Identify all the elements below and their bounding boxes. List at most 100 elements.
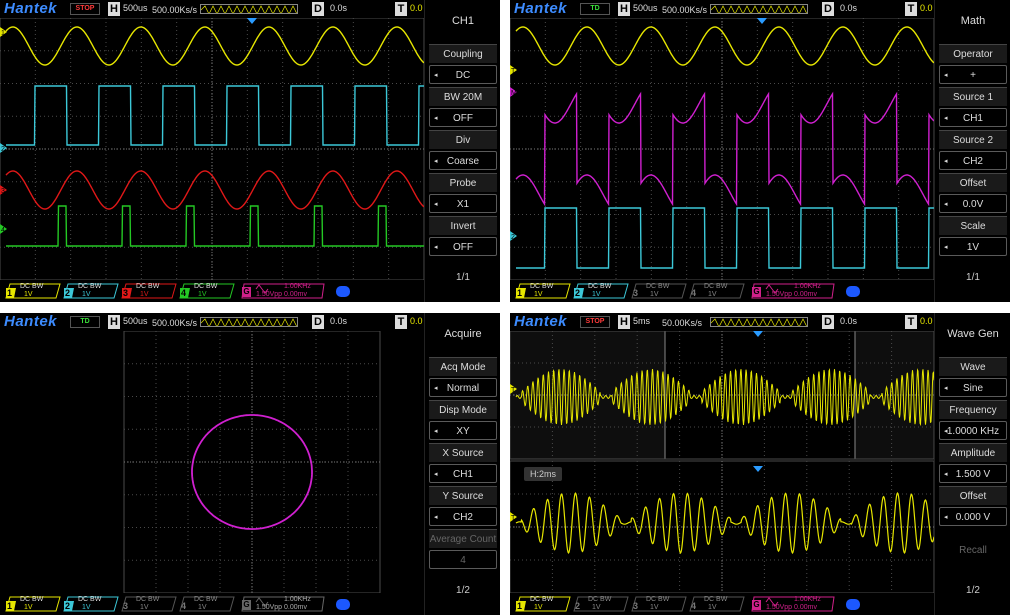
zoom-display[interactable]: TT xyxy=(510,331,934,593)
generator-frequency: 1.00KHz xyxy=(284,283,311,290)
menu-value-3[interactable]: ◂ Coarse xyxy=(429,151,497,170)
delay-value[interactable]: 0.0s xyxy=(840,3,857,13)
menu-value-4[interactable]: ◂ 0.000 V xyxy=(939,507,1007,526)
sample-rate: 500.00Ks/s xyxy=(152,5,198,15)
channel-2-badge[interactable]: 2 DC BW 1V xyxy=(62,596,122,612)
menu-value-5[interactable]: ◂ OFF xyxy=(429,237,497,256)
menu-label-2: Source 1 xyxy=(939,87,1007,106)
menu-value-3[interactable]: ◂ CH2 xyxy=(939,151,1007,170)
channel-coupling: DC BW xyxy=(136,596,160,603)
channel-number: 3 xyxy=(633,601,639,611)
waveform-display[interactable]: T M 2 xyxy=(510,18,934,280)
delay-value[interactable]: 0.0s xyxy=(330,3,347,13)
time-base[interactable]: 5ms xyxy=(633,316,650,326)
bluetooth-icon[interactable] xyxy=(336,286,350,297)
menu-value-5[interactable]: ◂ 1V xyxy=(939,237,1007,256)
menu-value-4[interactable]: ◂ X1 xyxy=(429,194,497,213)
menu-label-1: Wave xyxy=(939,357,1007,376)
generator-badge[interactable]: G 1.00KHz 1.50Vpp 0.00mv xyxy=(750,283,836,299)
menu-label-3: Amplitude xyxy=(939,443,1007,462)
channel-2-badge[interactable]: 2 DC BW 1V xyxy=(62,283,122,299)
menu-value-4[interactable]: ◂ 0.0V xyxy=(939,194,1007,213)
menu-value-1[interactable]: ◂ DC xyxy=(429,65,497,84)
channel-marker-label: T xyxy=(511,515,516,522)
trigger-level[interactable]: 0.0 xyxy=(410,3,424,13)
delay-value[interactable]: 0.0s xyxy=(330,316,347,326)
channel-1-badge[interactable]: 1 DC BW 1V xyxy=(514,283,574,299)
menu-value-5[interactable]: 4 xyxy=(429,550,497,569)
memory-strip xyxy=(710,4,808,14)
generator-badge[interactable]: G 1.00KHz 1.50Vpp 0.00mv xyxy=(750,596,836,612)
channel-1-badge[interactable]: 1 DC BW 1V xyxy=(4,283,64,299)
menu-value-2[interactable]: ◂ 1.0000 KHz xyxy=(939,421,1007,440)
time-base[interactable]: 500us xyxy=(123,3,148,13)
menu-value-1[interactable]: ◂ Sine xyxy=(939,378,1007,397)
time-base[interactable]: 500us xyxy=(123,316,148,326)
delay-icon: D xyxy=(822,315,834,329)
channel-4-badge[interactable]: 4 DC BW 1V xyxy=(178,596,238,612)
menu-label-3: X Source xyxy=(429,443,497,462)
channel-marker-label: M xyxy=(511,90,517,97)
menu-page-indicator[interactable]: 1/1 xyxy=(935,272,1010,283)
menu-value-3[interactable]: ◂ 1.500 V xyxy=(939,464,1007,483)
run-stop-badge[interactable]: STOP xyxy=(70,3,100,15)
menu-label-4: Offset xyxy=(939,173,1007,192)
generator-badge[interactable]: G 1.00KHz 1.50Vpp 0.00mv xyxy=(240,283,326,299)
xy-display[interactable] xyxy=(0,331,424,593)
trigger-level[interactable]: 0.0 xyxy=(410,316,424,326)
channel-coupling: DC BW xyxy=(194,596,218,603)
trigger-icon: T xyxy=(905,2,917,16)
trigger-level[interactable]: 0.0 xyxy=(920,316,934,326)
channel-3-badge[interactable]: 3 DC BW 1V xyxy=(120,596,180,612)
channel-number: 4 xyxy=(691,601,697,611)
menu-value-text: Sine xyxy=(962,383,983,394)
menu-value-2[interactable]: ◂ XY xyxy=(429,421,497,440)
delay-icon: D xyxy=(312,315,324,329)
side-menu: Wave Gen Wave ◂ Sine Frequency ◂ 1.0000 KHz Am… xyxy=(934,313,1010,615)
menu-page-indicator[interactable]: 1/2 xyxy=(425,585,500,596)
generator-icon: G xyxy=(752,287,761,297)
channel-4-badge[interactable]: 4 DC BW 1V xyxy=(688,596,748,612)
menu-value-3[interactable]: ◂ CH1 xyxy=(429,464,497,483)
menu-value-1[interactable]: ◂ + xyxy=(939,65,1007,84)
run-stop-badge[interactable]: STOP xyxy=(580,316,610,328)
bluetooth-icon[interactable] xyxy=(336,599,350,610)
channel-scale: 1V xyxy=(140,604,149,611)
channel-2-badge[interactable]: 2 DC BW 1V xyxy=(572,283,632,299)
generator-badge[interactable]: G 1.00KHz 1.50Vpp 0.00mv xyxy=(240,596,326,612)
menu-page-indicator[interactable]: 1/2 xyxy=(935,585,1010,596)
horizontal-icon: H xyxy=(618,2,630,16)
channel-1-badge[interactable]: 1 DC BW 1V xyxy=(514,596,574,612)
channel-3-badge[interactable]: 3 DC BW 1V xyxy=(630,283,690,299)
menu-value-text: X1 xyxy=(456,199,470,210)
channel-3-badge[interactable]: 3 DC BW 1V xyxy=(120,283,180,299)
menu-page-indicator[interactable]: 1/1 xyxy=(425,272,500,283)
trigger-position-icon xyxy=(753,466,763,472)
status-bar: Hantek TD H 500us 500.00Ks/s D 0.0s T 0.… xyxy=(0,313,424,331)
channel-1-badge[interactable]: 1 DC BW 1V xyxy=(4,596,64,612)
channel-coupling: DC BW xyxy=(588,596,612,603)
channel-4-badge[interactable]: 4 DC BW 1V xyxy=(178,283,238,299)
trigger-level[interactable]: 0.0 xyxy=(920,3,934,13)
run-stop-badge[interactable]: TD xyxy=(580,3,610,15)
run-stop-badge[interactable]: TD xyxy=(70,316,100,328)
time-base[interactable]: 500us xyxy=(633,3,658,13)
waveform-display[interactable]: 1 2 3 4 xyxy=(0,18,424,280)
menu-label-5: Scale xyxy=(939,216,1007,235)
channel-2-badge[interactable]: 2 DC BW 1V xyxy=(572,596,632,612)
channel-number: 1 xyxy=(7,601,13,611)
generator-frequency: 1.00KHz xyxy=(284,596,311,603)
channel-4-badge[interactable]: 4 DC BW 1V xyxy=(688,283,748,299)
delay-value[interactable]: 0.0s xyxy=(840,316,857,326)
menu-value-1[interactable]: ◂ Normal xyxy=(429,378,497,397)
menu-value-4[interactable]: ◂ CH2 xyxy=(429,507,497,526)
menu-value-2[interactable]: ◂ OFF xyxy=(429,108,497,127)
recall-button[interactable]: Recall xyxy=(939,541,1007,560)
menu-label-4: Offset xyxy=(939,486,1007,505)
bluetooth-icon[interactable] xyxy=(846,599,860,610)
memory-strip xyxy=(200,4,298,14)
ch2-trace xyxy=(6,85,424,146)
channel-3-badge[interactable]: 3 DC BW 1V xyxy=(630,596,690,612)
bluetooth-icon[interactable] xyxy=(846,286,860,297)
menu-value-2[interactable]: ◂ CH1 xyxy=(939,108,1007,127)
